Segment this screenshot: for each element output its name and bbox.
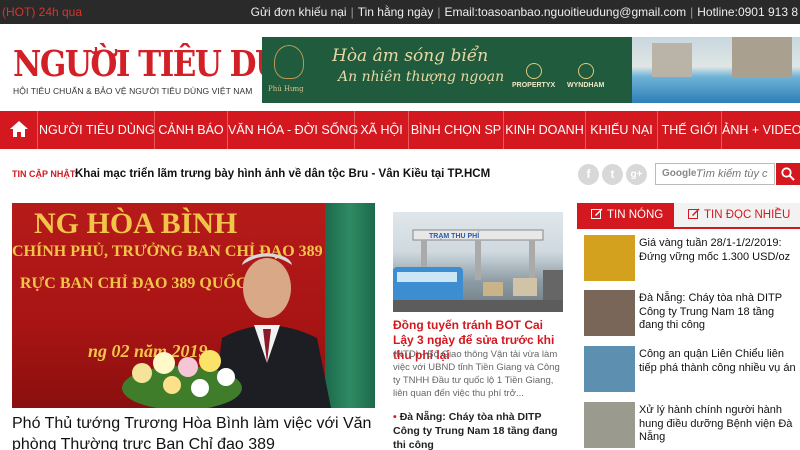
search-input[interactable]	[696, 166, 770, 182]
edit-icon	[591, 208, 603, 219]
hotline-text: Hotline:0901 913 8	[697, 5, 798, 19]
banner-headline: Hòa âm sóng biển	[332, 46, 489, 66]
nav-item-nguoi-tieu-dung[interactable]: NGƯỜI TIÊU DÙNG	[39, 111, 155, 149]
site-logo[interactable]: NGƯỜI TIÊU DÙNG HỘI TIÊU CHUẨN & BẢO VỆ …	[13, 44, 334, 96]
search-icon	[781, 167, 795, 181]
nav-item-kinh-doanh[interactable]: KINH DOANH	[504, 111, 586, 149]
hot-news-item[interactable]: Xử lý hành chính người hành hung điều dư…	[584, 402, 800, 450]
twitter-icon[interactable]: t	[602, 164, 623, 185]
partner-icon	[577, 63, 594, 79]
toll-station-image[interactable]: TRẠM THU PHÍ	[393, 212, 563, 312]
main-nav: NGƯỜI TIÊU DÙNG CẢNH BÁO VĂN HÓA - ĐỜI S…	[0, 111, 800, 149]
search-box: Google	[655, 163, 775, 185]
tab-tin-doc-nhieu[interactable]: TIN ĐỌC NHIỀU	[674, 203, 800, 227]
home-button[interactable]	[0, 111, 38, 149]
nav-item-canh-bao[interactable]: CẢNH BÁO	[155, 111, 228, 149]
header-banner-ad[interactable]: Phú Hưng Hòa âm sóng biển An nhiên thượn…	[262, 37, 800, 103]
edit-icon	[688, 208, 700, 219]
partner-icon	[525, 63, 542, 79]
nav-item-anh-video[interactable]: ẢNH + VIDEO	[722, 111, 800, 149]
feature-headline[interactable]: Phó Thủ tướng Trương Hòa Bình làm việc v…	[12, 413, 382, 450]
top-bar: (HOT) 24h qua Gửi đơn khiếu nại | Tin hằng…	[0, 0, 800, 24]
feature-image[interactable]: NG HÒA BÌNH CHÍNH PHỦ, TRƯỞNG BAN CHỈ ĐẠ…	[12, 203, 375, 408]
middle-article-summary: (NTD) - Bộ Giao thông Vận tải vừa làm vi…	[393, 349, 560, 399]
news-thumbnail	[584, 402, 635, 448]
divider: |	[350, 5, 354, 19]
flower-bouquet	[122, 350, 242, 408]
email-link[interactable]: Email:toasoanbao.nguoitieudung@gmail.com	[444, 5, 686, 19]
search-button[interactable]	[776, 163, 800, 185]
hot-news-item[interactable]: Giá vàng tuần 28/1-1/2/2019: Đứng vững m…	[584, 235, 800, 287]
logo-tagline: HỘI TIÊU CHUẨN & BẢO VỆ NGƯỜI TIÊU DÙNG …	[13, 86, 253, 96]
news-thumbnail	[584, 290, 635, 336]
tab-tin-nong[interactable]: TIN NÓNG	[577, 203, 674, 227]
daily-news-link[interactable]: Tin hằng ngày	[358, 5, 434, 19]
nav-item-van-hoa[interactable]: VĂN HÓA - ĐỜI SỐNG	[228, 111, 358, 149]
hot-news-link[interactable]: (HOT) 24h qua	[2, 5, 82, 19]
svg-text:TRẠM THU PHÍ: TRẠM THU PHÍ	[429, 231, 480, 240]
resort-photo	[632, 37, 800, 103]
divider: |	[690, 5, 694, 19]
hot-news-item[interactable]: Đà Nẵng: Cháy tòa nhà DITP Công ty Trung…	[584, 290, 800, 342]
google-plus-icon[interactable]: g+	[626, 164, 647, 185]
tab-underline	[577, 227, 800, 229]
bullet-icon: •	[393, 411, 397, 423]
emblem-icon	[274, 45, 304, 79]
nav-item-xa-hoi[interactable]: XÃ HỘI	[355, 111, 409, 149]
toll-station-illustration: TRẠM THU PHÍ	[393, 229, 563, 312]
home-icon	[10, 121, 28, 137]
news-thumbnail	[584, 235, 635, 281]
divider: |	[437, 5, 441, 19]
facebook-icon[interactable]: f	[578, 164, 599, 185]
top-links: Gửi đơn khiếu nại | Tin hằng ngày | Email:to…	[251, 5, 798, 19]
hot-news-item[interactable]: Công an quận Liên Chiểu liên tiếp phá th…	[584, 346, 800, 398]
right-tabs: TIN NÓNG TIN ĐỌC NHIỀU	[577, 203, 800, 227]
nav-item-khieu-nai[interactable]: KHIẾU NẠI	[586, 111, 658, 149]
banner-subline: An nhiên thượng ngoạn	[338, 69, 505, 85]
backdrop-text: NG HÒA BÌNH	[34, 207, 238, 240]
emblem-label: Phú Hưng	[268, 85, 304, 93]
partner-logo: WYNDHAM	[567, 63, 604, 89]
complaint-link[interactable]: Gửi đơn khiếu nại	[251, 5, 347, 19]
ticker-label: TIN CẬP NHẬT:	[12, 169, 78, 179]
middle-related-link[interactable]: • Đà Nẵng: Cháy tòa nhà DITP Công ty Trun…	[393, 410, 563, 450]
logo-text: NGƯỜI TIÊU DÙNG	[13, 44, 334, 86]
ticker-headline[interactable]: Khai mạc triển lãm trưng bày hình ảnh về…	[75, 168, 490, 180]
partner-logo: PROPERTYX	[512, 63, 555, 89]
nav-item-the-gioi[interactable]: THẾ GIỚI	[658, 111, 722, 149]
google-label: Google	[662, 168, 697, 179]
nav-item-binh-chon[interactable]: BÌNH CHỌN SP	[409, 111, 504, 149]
news-thumbnail	[584, 346, 635, 392]
